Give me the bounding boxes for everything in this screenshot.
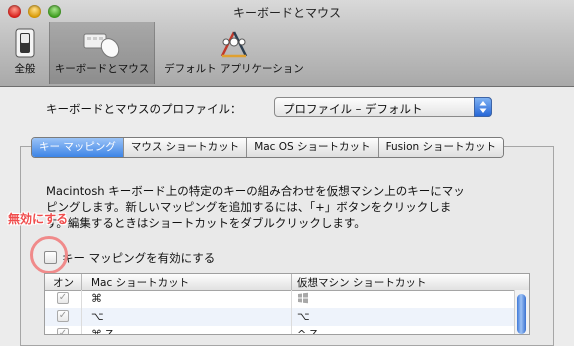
mac-shortcut-cell: ⌥ bbox=[91, 310, 104, 323]
general-switch-icon bbox=[13, 26, 37, 63]
profile-select-value: プロファイル – デフォルト bbox=[283, 102, 423, 116]
column-header-vm-shortcut[interactable]: 仮想マシン ショートカット bbox=[297, 275, 426, 290]
toolbar-item-general[interactable]: 全般 bbox=[6, 22, 44, 84]
row-enabled-checkbox[interactable]: ✓ bbox=[57, 292, 69, 304]
profile-label: キーボードとマウスのプロファイル： bbox=[46, 102, 242, 116]
tab-key-mapping[interactable]: キー マッピング bbox=[32, 138, 124, 157]
enable-key-mapping-label[interactable]: キー マッピングを有効にする bbox=[62, 250, 215, 266]
up-down-arrows-icon bbox=[474, 97, 492, 117]
toolbar-label: デフォルト アプリケーション bbox=[164, 63, 304, 75]
windows-key-icon bbox=[297, 292, 309, 307]
description-line: Macintosh キーボード上の特定のキーの組み合わせを仮想マシン上のキーにマ… bbox=[46, 184, 465, 198]
toolbar-label: 全般 bbox=[14, 63, 36, 75]
table-row[interactable]: ✓ ⌘ bbox=[45, 290, 515, 308]
vertical-scrollbar[interactable] bbox=[514, 290, 529, 334]
profile-select[interactable]: プロファイル – デフォルト bbox=[274, 97, 492, 117]
key-mapping-table: オン Mac ショートカット 仮想マシン ショートカット ✓ ⌘ ✓ ⌥ ⌥ ✓… bbox=[44, 273, 530, 335]
column-header-mac-shortcut[interactable]: Mac ショートカット bbox=[91, 275, 189, 290]
description-line: す。編集するときはショートカットをダブルクリックします。 bbox=[46, 216, 366, 230]
table-header: オン Mac ショートカット 仮想マシン ショートカット bbox=[45, 274, 529, 291]
column-header-on[interactable]: オン bbox=[53, 275, 74, 290]
annotation-label: 無効にする bbox=[8, 212, 69, 226]
default-apps-icon bbox=[216, 26, 252, 63]
tab-mouse-shortcuts[interactable]: マウス ショートカット bbox=[123, 138, 248, 157]
tab-macos-shortcuts[interactable]: Mac OS ショートカット bbox=[247, 138, 379, 157]
annotation-highlight-circle bbox=[30, 236, 68, 274]
tab-fusion-shortcuts[interactable]: Fusion ショートカット bbox=[378, 138, 503, 157]
table-row[interactable]: ✓ ⌥ ⌥ bbox=[45, 308, 515, 326]
key-mapping-description: Macintosh キーボード上の特定のキーの組み合わせを仮想マシン上のキーにマ… bbox=[46, 183, 534, 231]
description-line: ピングします。新しいマッピングを追加するには、「+」ボタンをクリックしま bbox=[46, 200, 452, 214]
row-enabled-checkbox[interactable]: ✓ bbox=[57, 328, 69, 334]
toolbar-label: キーボードとマウス bbox=[54, 63, 150, 75]
mac-shortcut-cell: ⌘ Z bbox=[91, 328, 114, 335]
table-row[interactable]: ✓ ⌘ Z ^ Z bbox=[45, 326, 515, 335]
window-title: キーボードとマウス bbox=[232, 6, 341, 20]
window-toolbar: キーボードとマウス 全般 キーボードとマウス デフォルト アプリケーション bbox=[0, 0, 574, 87]
scrollbar-thumb[interactable] bbox=[517, 294, 526, 334]
row-enabled-checkbox[interactable]: ✓ bbox=[57, 310, 69, 322]
vm-shortcut-cell: ⌥ bbox=[297, 310, 310, 323]
keyboard-mouse-icon bbox=[82, 26, 122, 63]
vm-shortcut-cell: ^ Z bbox=[297, 328, 318, 335]
toolbar-item-default-apps[interactable]: デフォルト アプリケーション bbox=[160, 22, 308, 84]
mac-shortcut-cell: ⌘ bbox=[91, 292, 102, 305]
toolbar-item-keyboard-mouse[interactable]: キーボードとマウス bbox=[49, 22, 155, 84]
tab-bar: キー マッピング マウス ショートカット Mac OS ショートカット Fusi… bbox=[31, 137, 504, 158]
